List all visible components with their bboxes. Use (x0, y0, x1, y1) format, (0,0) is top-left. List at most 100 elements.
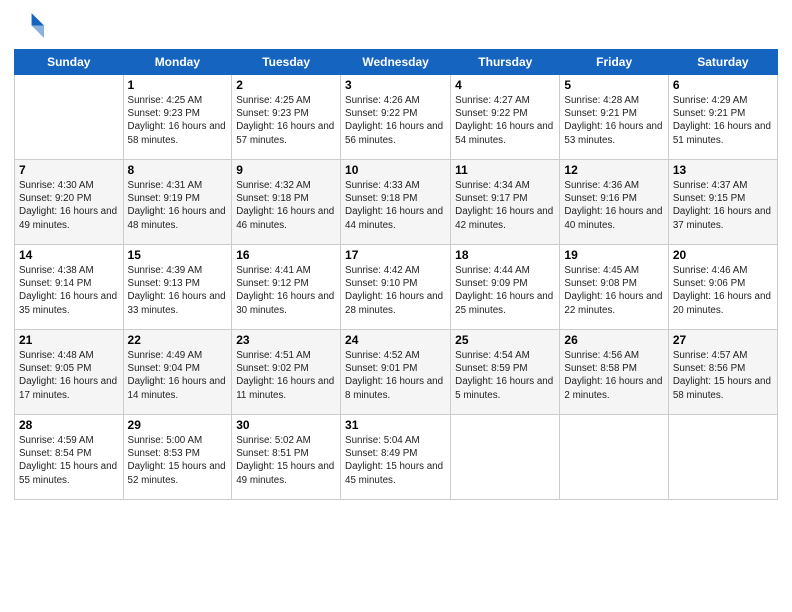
day-info: Sunrise: 4:59 AM Sunset: 8:54 PM Dayligh… (19, 434, 119, 487)
calendar-day-cell: 14Sunrise: 4:38 AM Sunset: 9:14 PM Dayli… (15, 245, 124, 330)
logo (14, 10, 46, 43)
calendar-day-cell: 17 Sunrise: 4:42 AM Sunset: 9:10 PM Dayli… (341, 245, 451, 330)
day-info: Sunrise: 4:39 AM Sunset: 9:13 PM Dayligh… (128, 264, 228, 317)
day-info: Sunrise: 4:44 AM Sunset: 9:09 PM Dayligh… (455, 264, 555, 317)
calendar-day-cell: 11 Sunrise: 4:34 AM Sunset: 9:17 PM Dayli… (451, 160, 560, 245)
day-number: 29 (128, 418, 228, 432)
day-info: Sunrise: 4:45 AM Sunset: 9:08 PM Dayligh… (564, 264, 663, 317)
calendar-table: SundayMondayTuesdayWednesdayThursdayFrid… (14, 49, 778, 500)
calendar-week-row: 7Sunrise: 4:30 AM Sunset: 9:20 PM Daylig… (15, 160, 778, 245)
calendar-day-cell: 28 Sunrise: 4:59 AM Sunset: 8:54 PM Dayli… (15, 415, 124, 500)
day-number: 28 (19, 418, 119, 432)
calendar-week-row: 14Sunrise: 4:38 AM Sunset: 9:14 PM Dayli… (15, 245, 778, 330)
day-number: 17 (345, 248, 446, 262)
calendar-day-cell: 9 Sunrise: 4:32 AM Sunset: 9:18 PM Daylig… (232, 160, 341, 245)
day-info: Sunrise: 4:28 AM Sunset: 9:21 PM Dayligh… (564, 94, 663, 147)
day-number: 30 (236, 418, 336, 432)
day-info: Sunrise: 4:32 AM Sunset: 9:18 PM Dayligh… (236, 179, 336, 232)
day-number: 11 (455, 163, 555, 177)
day-info: Sunrise: 4:36 AM Sunset: 9:16 PM Dayligh… (564, 179, 663, 232)
day-number: 19 (564, 248, 663, 262)
calendar-day-cell (451, 415, 560, 500)
day-number: 2 (236, 78, 336, 92)
day-info: Sunrise: 4:42 AM Sunset: 9:10 PM Dayligh… (345, 264, 446, 317)
calendar-day-cell: 29 Sunrise: 5:00 AM Sunset: 8:53 PM Dayli… (123, 415, 232, 500)
day-info: Sunrise: 4:33 AM Sunset: 9:18 PM Dayligh… (345, 179, 446, 232)
calendar-day-cell: 23 Sunrise: 4:51 AM Sunset: 9:02 PM Dayli… (232, 330, 341, 415)
day-number: 15 (128, 248, 228, 262)
calendar-day-cell: 21Sunrise: 4:48 AM Sunset: 9:05 PM Dayli… (15, 330, 124, 415)
calendar-day-cell: 16 Sunrise: 4:41 AM Sunset: 9:12 PM Dayli… (232, 245, 341, 330)
day-number: 23 (236, 333, 336, 347)
day-info: Sunrise: 4:25 AM Sunset: 9:23 PM Dayligh… (128, 94, 228, 147)
calendar-week-row: 1 Sunrise: 4:25 AM Sunset: 9:23 PM Daylig… (15, 75, 778, 160)
day-number: 9 (236, 163, 336, 177)
day-number: 8 (128, 163, 228, 177)
calendar-day-cell: 13 Sunrise: 4:37 AM Sunset: 9:15 PM Dayli… (668, 160, 777, 245)
day-number: 10 (345, 163, 446, 177)
calendar-day-cell: 20 Sunrise: 4:46 AM Sunset: 9:06 PM Dayli… (668, 245, 777, 330)
day-info: Sunrise: 5:00 AM Sunset: 8:53 PM Dayligh… (128, 434, 228, 487)
day-number: 13 (673, 163, 773, 177)
header (14, 10, 778, 43)
day-info: Sunrise: 4:31 AM Sunset: 9:19 PM Dayligh… (128, 179, 228, 232)
day-info: Sunrise: 5:02 AM Sunset: 8:51 PM Dayligh… (236, 434, 336, 487)
day-number: 31 (345, 418, 446, 432)
calendar-day-cell (668, 415, 777, 500)
day-info: Sunrise: 4:27 AM Sunset: 9:22 PM Dayligh… (455, 94, 555, 147)
day-number: 16 (236, 248, 336, 262)
day-of-week-header: Wednesday (341, 50, 451, 75)
calendar-day-cell: 5 Sunrise: 4:28 AM Sunset: 9:21 PM Daylig… (560, 75, 668, 160)
day-number: 14 (19, 248, 119, 262)
day-info: Sunrise: 4:46 AM Sunset: 9:06 PM Dayligh… (673, 264, 773, 317)
calendar-day-cell: 25 Sunrise: 4:54 AM Sunset: 8:59 PM Dayli… (451, 330, 560, 415)
calendar-day-cell: 3 Sunrise: 4:26 AM Sunset: 9:22 PM Daylig… (341, 75, 451, 160)
day-number: 3 (345, 78, 446, 92)
calendar-week-row: 28 Sunrise: 4:59 AM Sunset: 8:54 PM Dayli… (15, 415, 778, 500)
day-info: Sunrise: 4:34 AM Sunset: 9:17 PM Dayligh… (455, 179, 555, 232)
day-number: 26 (564, 333, 663, 347)
day-number: 12 (564, 163, 663, 177)
calendar-day-cell: 27 Sunrise: 4:57 AM Sunset: 8:56 PM Dayli… (668, 330, 777, 415)
day-number: 1 (128, 78, 228, 92)
day-info: Sunrise: 4:30 AM Sunset: 9:20 PM Dayligh… (19, 179, 119, 232)
calendar-day-cell: 2 Sunrise: 4:25 AM Sunset: 9:23 PM Daylig… (232, 75, 341, 160)
day-number: 25 (455, 333, 555, 347)
calendar-day-cell: 31 Sunrise: 5:04 AM Sunset: 8:49 PM Dayli… (341, 415, 451, 500)
day-of-week-header: Tuesday (232, 50, 341, 75)
day-info: Sunrise: 4:25 AM Sunset: 9:23 PM Dayligh… (236, 94, 336, 147)
calendar-week-row: 21Sunrise: 4:48 AM Sunset: 9:05 PM Dayli… (15, 330, 778, 415)
day-number: 5 (564, 78, 663, 92)
calendar-day-cell: 7Sunrise: 4:30 AM Sunset: 9:20 PM Daylig… (15, 160, 124, 245)
day-info: Sunrise: 4:41 AM Sunset: 9:12 PM Dayligh… (236, 264, 336, 317)
calendar-day-cell: 22 Sunrise: 4:49 AM Sunset: 9:04 PM Dayli… (123, 330, 232, 415)
day-number: 24 (345, 333, 446, 347)
day-number: 4 (455, 78, 555, 92)
day-info: Sunrise: 4:56 AM Sunset: 8:58 PM Dayligh… (564, 349, 663, 402)
calendar-day-cell: 10 Sunrise: 4:33 AM Sunset: 9:18 PM Dayli… (341, 160, 451, 245)
day-number: 20 (673, 248, 773, 262)
calendar-day-cell: 8 Sunrise: 4:31 AM Sunset: 9:19 PM Daylig… (123, 160, 232, 245)
day-info: Sunrise: 4:49 AM Sunset: 9:04 PM Dayligh… (128, 349, 228, 402)
day-of-week-header: Friday (560, 50, 668, 75)
calendar-day-cell: 12 Sunrise: 4:36 AM Sunset: 9:16 PM Dayli… (560, 160, 668, 245)
calendar-day-cell: 24Sunrise: 4:52 AM Sunset: 9:01 PM Dayli… (341, 330, 451, 415)
calendar-header-row: SundayMondayTuesdayWednesdayThursdayFrid… (15, 50, 778, 75)
calendar-day-cell (560, 415, 668, 500)
day-info: Sunrise: 4:37 AM Sunset: 9:15 PM Dayligh… (673, 179, 773, 232)
day-number: 27 (673, 333, 773, 347)
logo-icon (16, 10, 44, 38)
day-number: 22 (128, 333, 228, 347)
day-number: 18 (455, 248, 555, 262)
day-of-week-header: Monday (123, 50, 232, 75)
day-info: Sunrise: 4:29 AM Sunset: 9:21 PM Dayligh… (673, 94, 773, 147)
day-info: Sunrise: 4:54 AM Sunset: 8:59 PM Dayligh… (455, 349, 555, 402)
day-info: Sunrise: 4:57 AM Sunset: 8:56 PM Dayligh… (673, 349, 773, 402)
day-info: Sunrise: 4:26 AM Sunset: 9:22 PM Dayligh… (345, 94, 446, 147)
calendar-day-cell: 6 Sunrise: 4:29 AM Sunset: 9:21 PM Daylig… (668, 75, 777, 160)
day-info: Sunrise: 4:51 AM Sunset: 9:02 PM Dayligh… (236, 349, 336, 402)
calendar-day-cell: 26 Sunrise: 4:56 AM Sunset: 8:58 PM Dayli… (560, 330, 668, 415)
day-number: 6 (673, 78, 773, 92)
day-info: Sunrise: 5:04 AM Sunset: 8:49 PM Dayligh… (345, 434, 446, 487)
day-of-week-header: Thursday (451, 50, 560, 75)
